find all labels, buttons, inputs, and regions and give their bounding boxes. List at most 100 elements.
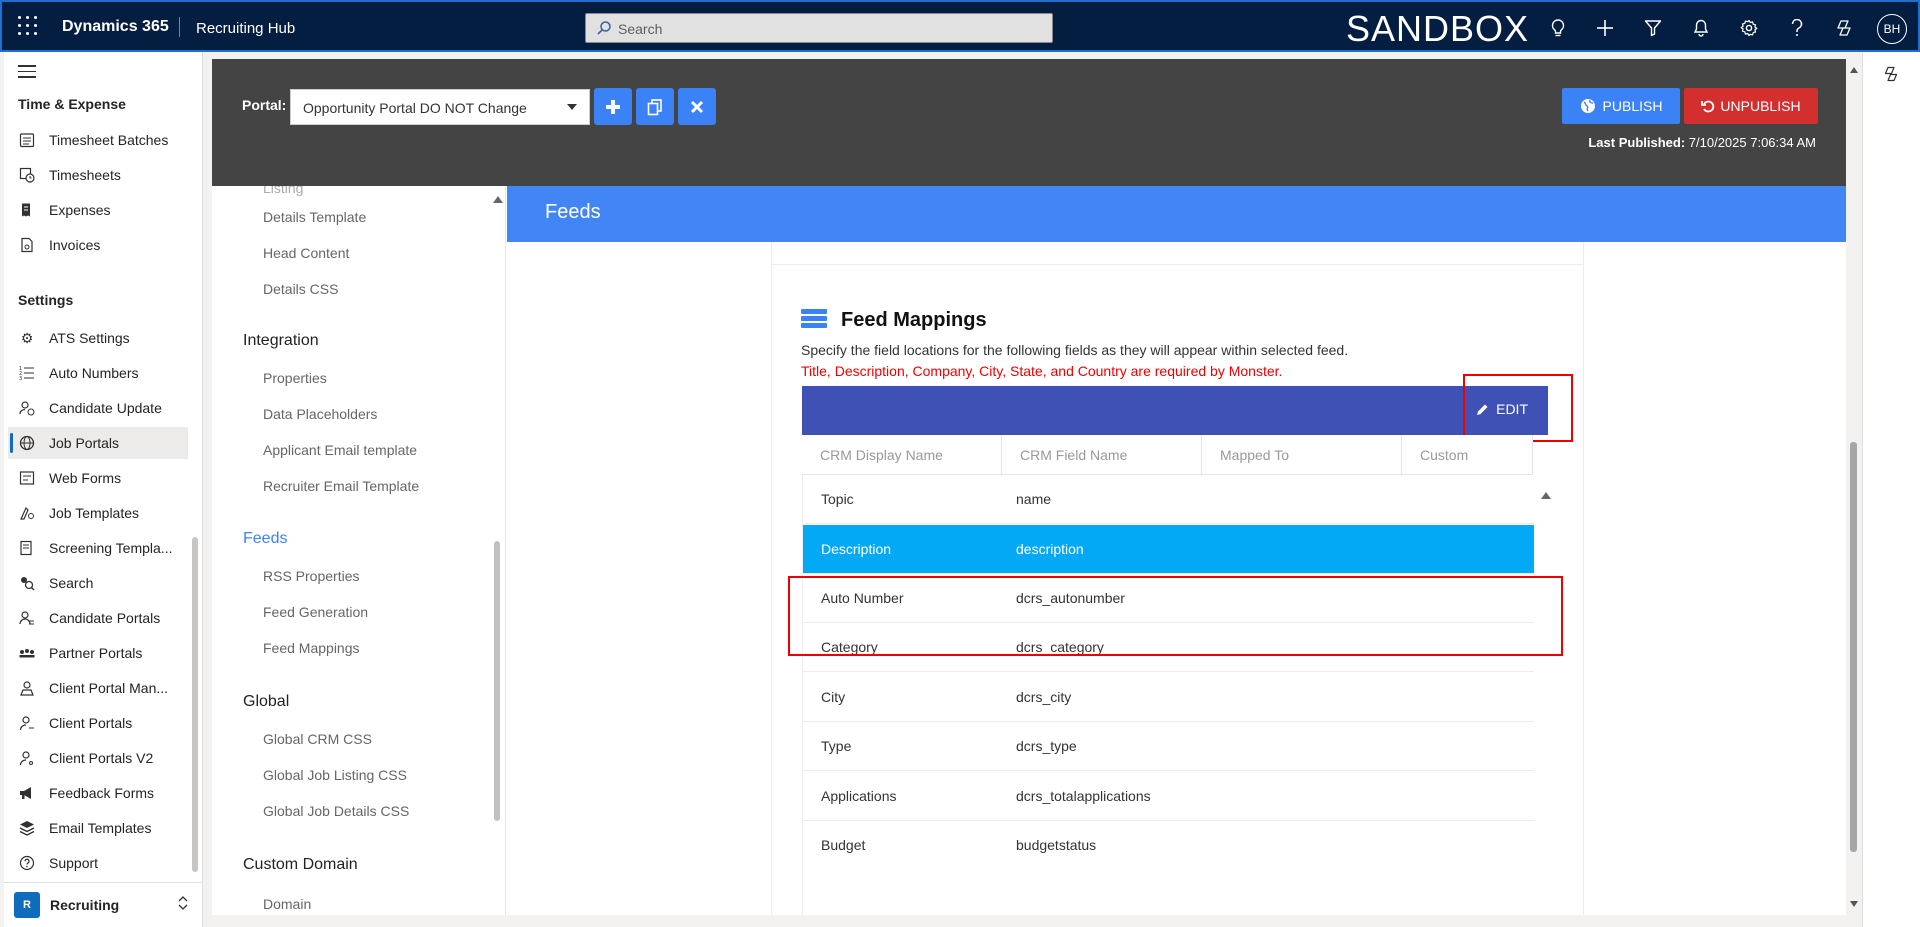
user-avatar[interactable]: BH: [1877, 14, 1907, 44]
card-divider: [772, 264, 1583, 265]
globe-icon: [1580, 99, 1595, 113]
table-row-selected[interactable]: Description description: [803, 525, 1534, 574]
table-row[interactable]: Applications dcrs_totalapplications: [803, 772, 1534, 821]
sitemap-item-partner-portals[interactable]: Partner Portals: [8, 637, 188, 669]
table-row[interactable]: City dcrs_city: [803, 673, 1534, 722]
column-header-mapped-to[interactable]: Mapped To: [1202, 435, 1402, 475]
portal-toolbar: Portal: Opportunity Portal DO NOT Change…: [212, 59, 1846, 186]
settings-nav-item[interactable]: Properties: [263, 370, 327, 386]
sitemap-item-client-portals-v2[interactable]: Client Portals V2: [8, 742, 188, 774]
sitemap-item-job-portals[interactable]: Job Portals: [8, 427, 188, 459]
settings-nav-item[interactable]: Feed Generation: [263, 604, 368, 620]
settings-nav-group-global[interactable]: Global: [243, 693, 289, 711]
cell-display-name: Budget: [821, 837, 866, 853]
page-scrollbar-thumb[interactable]: [1850, 442, 1857, 852]
form-icon: [18, 469, 36, 487]
sitemap-item-timesheet-batches[interactable]: Timesheet Batches: [8, 124, 188, 156]
sitemap-item-client-portal-management[interactable]: Client Portal Man...: [8, 672, 188, 704]
filter-icon[interactable]: [1642, 17, 1664, 39]
publish-button[interactable]: PUBLISH: [1562, 88, 1680, 124]
unpublish-button[interactable]: UNPUBLISH: [1684, 88, 1818, 124]
scroll-up-arrow-icon[interactable]: [493, 196, 503, 203]
sitemap-item-email-templates[interactable]: Email Templates: [8, 812, 188, 844]
plus-icon[interactable]: [1594, 17, 1616, 39]
global-search-input[interactable]: Search: [585, 13, 1053, 43]
settings-nav-item[interactable]: Details CSS: [263, 281, 338, 297]
people-icon: [18, 609, 36, 627]
portal-label: Portal:: [242, 97, 287, 113]
settings-nav-item[interactable]: Data Placeholders: [263, 406, 377, 422]
settings-nav-item[interactable]: Applicant Email template: [263, 442, 417, 458]
area-switcher[interactable]: R Recruiting: [4, 882, 203, 926]
sitemap-item-timesheets[interactable]: Timesheets: [8, 159, 188, 191]
cell-field-name: budgetstatus: [1016, 837, 1097, 853]
scroll-down-arrow-icon[interactable]: [1850, 901, 1858, 907]
settings-nav-item[interactable]: Global Job Details CSS: [263, 803, 409, 819]
page-scrollbar[interactable]: [1848, 59, 1860, 915]
hamburger-menu-icon[interactable]: [18, 65, 36, 79]
sitemap-item-invoices[interactable]: Invoices: [8, 229, 188, 261]
settings-nav-item[interactable]: Listing: [263, 186, 303, 196]
sitemap-item-candidate-update[interactable]: Candidate Update: [8, 392, 188, 424]
feed-mappings-title: Feed Mappings: [841, 309, 987, 331]
grid-scroll-up-arrow-icon[interactable]: [1541, 492, 1551, 499]
right-side-pane-rail: [1862, 52, 1920, 927]
settings-nav-item[interactable]: Global Job Listing CSS: [263, 767, 407, 783]
sitemap-item-support[interactable]: Support: [8, 847, 188, 879]
lightbulb-icon[interactable]: [1547, 17, 1569, 39]
sitemap-item-job-templates[interactable]: Job Templates: [8, 497, 188, 529]
settings-nav-item[interactable]: Recruiter Email Template: [263, 478, 419, 494]
help-icon[interactable]: [1786, 17, 1808, 39]
settings-nav-item[interactable]: Details Template: [263, 209, 366, 225]
column-header-display-name[interactable]: CRM Display Name: [802, 435, 1002, 475]
column-header-field-name[interactable]: CRM Field Name: [1002, 435, 1202, 475]
copilot-icon[interactable]: [1833, 17, 1855, 39]
invoice-icon: [18, 236, 36, 254]
sitemap-scrollbar[interactable]: [192, 537, 198, 872]
sitemap-item-client-portals[interactable]: Client Portals: [8, 707, 188, 739]
copy-portal-button[interactable]: [636, 88, 674, 125]
sitemap-item-label: Job Templates: [49, 505, 140, 521]
table-row[interactable]: Budget budgetstatus: [803, 821, 1534, 870]
app-launcher-icon[interactable]: [18, 16, 38, 36]
gear-icon[interactable]: [1738, 17, 1760, 39]
person-icon: [18, 714, 36, 732]
sitemap-item-screening-templates[interactable]: Screening Templa...: [8, 532, 188, 564]
settings-nav-item[interactable]: RSS Properties: [263, 568, 359, 584]
delete-portal-button[interactable]: [678, 88, 716, 125]
settings-nav-item[interactable]: Feed Mappings: [263, 640, 360, 656]
column-header-custom[interactable]: Custom: [1402, 435, 1533, 475]
cell-display-name: City: [821, 689, 846, 705]
svg-text:3: 3: [19, 376, 22, 381]
settings-nav-item[interactable]: Global CRM CSS: [263, 731, 372, 747]
sitemap-item-label: Feedback Forms: [49, 785, 155, 801]
settings-nav-group-integration[interactable]: Integration: [243, 332, 319, 350]
settings-nav-group-custom-domain[interactable]: Custom Domain: [243, 856, 358, 874]
table-row[interactable]: Type dcrs_type: [803, 722, 1534, 771]
settings-nav-item[interactable]: Head Content: [263, 245, 349, 261]
add-portal-button[interactable]: [594, 88, 632, 125]
sitemap-item-candidate-portals[interactable]: Candidate Portals: [8, 602, 188, 634]
sitemap-item-web-forms[interactable]: Web Forms: [8, 462, 188, 494]
sitemap-navigation: Time & Expense Timesheet Batches Timeshe…: [4, 52, 203, 927]
sitemap-item-expenses[interactable]: Expenses: [8, 194, 188, 226]
sitemap-item-auto-numbers[interactable]: 123 Auto Numbers: [8, 357, 188, 389]
sitemap-section-title: Time & Expense: [18, 96, 126, 112]
app-name[interactable]: Recruiting Hub: [196, 20, 295, 37]
portal-select[interactable]: Opportunity Portal DO NOT Change: [290, 89, 590, 125]
scroll-up-arrow-icon[interactable]: [1850, 67, 1858, 73]
sitemap-item-search[interactable]: Search: [8, 567, 188, 599]
last-published-label: Last Published:: [1588, 135, 1686, 150]
settings-nav-scrollbar[interactable]: [494, 541, 500, 821]
bell-icon[interactable]: [1690, 17, 1712, 39]
receipt-icon: [18, 201, 36, 219]
sitemap-item-ats-settings[interactable]: ⚙ ATS Settings: [8, 322, 188, 354]
copilot-icon[interactable]: [1883, 66, 1899, 82]
table-row[interactable]: Topic name: [803, 475, 1534, 524]
settings-nav-group-feeds[interactable]: Feeds: [243, 530, 287, 548]
sitemap-item-label: Client Portals: [49, 715, 133, 731]
sitemap-item-feedback-forms[interactable]: Feedback Forms: [8, 777, 188, 809]
brand-name[interactable]: Dynamics 365: [62, 18, 169, 36]
area-badge: R: [14, 891, 40, 918]
settings-nav-item[interactable]: Domain: [263, 896, 311, 912]
